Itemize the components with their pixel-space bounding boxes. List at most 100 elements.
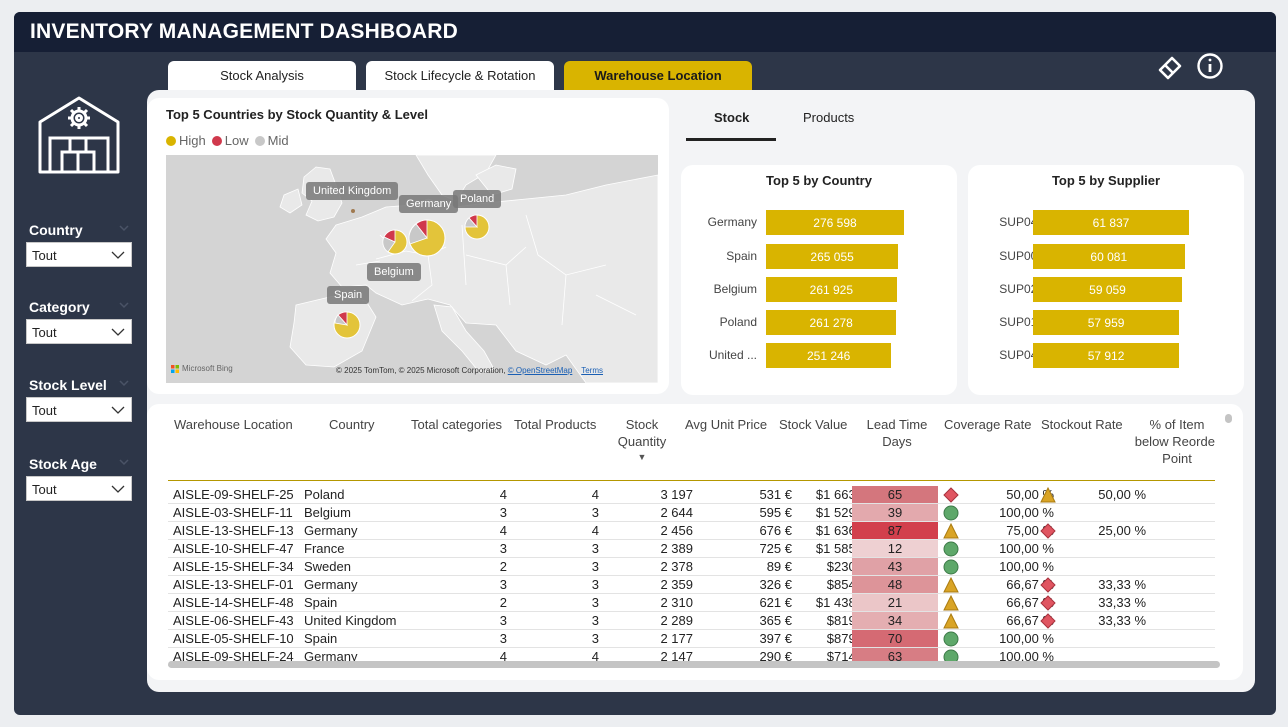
- table-row[interactable]: AISLE-13-SHELF-13 Germany 4 4 2 456 676 € $1 6…: [168, 522, 1215, 540]
- cell-country: Germany: [304, 523, 358, 538]
- cell-coverage: 100,00 %: [999, 505, 1054, 520]
- eraser-icon[interactable]: [1156, 52, 1184, 80]
- table-row[interactable]: AISLE-03-SHELF-11 Belgium 3 3 2 644 595 € $1 5…: [168, 504, 1215, 522]
- cell-country: France: [304, 541, 345, 556]
- pie-united-kingdom[interactable]: [351, 209, 355, 213]
- col-header-lead-time-days[interactable]: Lead Time Days: [858, 416, 936, 450]
- table-row[interactable]: AISLE-13-SHELF-01 Germany 3 3 2 359 326 € $854…: [168, 576, 1215, 594]
- bar[interactable]: 265 055: [766, 244, 899, 269]
- chevron-down-icon: [111, 485, 125, 493]
- cell-categories: 3: [499, 541, 507, 556]
- bar-row: SUP045 61 837: [968, 210, 1244, 235]
- cell-location: AISLE-05-SHELF-10: [173, 631, 294, 646]
- cell-price: 326 €: [759, 577, 792, 592]
- stock-age-dropdown-value: Tout: [32, 482, 57, 497]
- tab-warehouse-location[interactable]: Warehouse Location: [564, 61, 752, 90]
- bar-value-label: 261 278: [809, 315, 853, 330]
- cell-quantity: 2 177: [660, 631, 693, 646]
- bar-category-label: Belgium: [713, 282, 757, 296]
- bar[interactable]: 276 598: [766, 210, 904, 235]
- col-header-country[interactable]: Country: [329, 416, 375, 433]
- legend-item-mid[interactable]: Mid: [254, 133, 289, 148]
- map-label-belgium[interactable]: Belgium: [367, 263, 421, 281]
- filter-stock-level-label: Stock Level: [29, 377, 107, 393]
- subtab-products[interactable]: Products: [803, 110, 854, 125]
- col-header-total-products[interactable]: Total Products: [514, 416, 596, 433]
- bar[interactable]: 59 059: [1033, 277, 1182, 302]
- chevron-down-icon[interactable]: [118, 456, 130, 468]
- tab-stock-lifecycle-rotation[interactable]: Stock Lifecycle & Rotation: [366, 61, 554, 90]
- cell-products: 3: [591, 613, 599, 628]
- cell-price: 397 €: [759, 631, 792, 646]
- coverage-indicator: [943, 505, 959, 521]
- cell-lead-time: 21: [852, 594, 938, 611]
- cell-country: United Kingdom: [304, 613, 397, 628]
- cell-categories: 3: [499, 577, 507, 592]
- stockout-indicator: [1040, 523, 1056, 539]
- col-header-coverage-rate[interactable]: Coverage Rate: [944, 416, 1031, 433]
- chevron-down-icon[interactable]: [118, 299, 130, 311]
- pie-belgium[interactable]: [382, 229, 408, 255]
- bar[interactable]: 60 081: [1033, 244, 1185, 269]
- horizontal-scrollbar[interactable]: [168, 661, 1220, 668]
- tab-stock-analysis[interactable]: Stock Analysis: [168, 61, 356, 90]
- col-header-stock-quantity[interactable]: Stock Quantity ▼: [617, 416, 667, 464]
- cell-stockout: 33,33 %: [1098, 595, 1146, 610]
- legend-item-high[interactable]: High: [166, 133, 206, 148]
- bar-row: SUP019 57 959: [968, 310, 1244, 335]
- filter-stock-age-label: Stock Age: [29, 456, 97, 472]
- col-header-stock-value[interactable]: Stock Value: [779, 416, 847, 433]
- chevron-down-icon[interactable]: [118, 377, 130, 389]
- legend-label-high: High: [179, 133, 206, 148]
- osm-link[interactable]: © OpenStreetMap: [508, 366, 573, 375]
- col-header-stockout-rate[interactable]: Stockout Rate: [1041, 416, 1123, 433]
- bar[interactable]: 57 959: [1033, 310, 1180, 335]
- bar[interactable]: 251 246: [766, 343, 892, 368]
- pie-poland[interactable]: [464, 214, 490, 240]
- bar[interactable]: 261 278: [766, 310, 897, 335]
- pie-germany[interactable]: [408, 219, 446, 257]
- category-dropdown[interactable]: Tout: [26, 319, 132, 344]
- cell-quantity: 3 197: [660, 487, 693, 502]
- bar[interactable]: 61 837: [1033, 210, 1189, 235]
- map-label-poland[interactable]: Poland: [453, 190, 502, 208]
- europe-map[interactable]: United Kingdom Germany Poland Belgium Sp…: [166, 155, 658, 383]
- pie-spain[interactable]: [333, 311, 361, 339]
- cell-price: 595 €: [759, 505, 792, 520]
- cell-products: 4: [591, 523, 599, 538]
- stockout-indicator: [1040, 613, 1056, 629]
- cell-stockout: 33,33 %: [1098, 613, 1146, 628]
- bar[interactable]: 261 925: [766, 277, 897, 302]
- country-dropdown[interactable]: Tout: [26, 242, 132, 267]
- map-label-germany[interactable]: Germany: [399, 195, 459, 213]
- bar-row: SUP040 57 912: [968, 343, 1244, 368]
- table-row[interactable]: AISLE-15-SHELF-34Sweden232 37889 €$230 2…: [168, 558, 1215, 576]
- stockout-indicator: [1040, 595, 1056, 611]
- legend-item-low[interactable]: Low: [211, 133, 249, 148]
- subtab-stock[interactable]: Stock: [714, 110, 749, 125]
- map-label-spain[interactable]: Spain: [327, 286, 370, 304]
- col-header-avg-unit-price[interactable]: Avg Unit Price: [685, 416, 767, 433]
- info-icon[interactable]: [1196, 52, 1224, 80]
- map-card: Top 5 Countries by Stock Quantity & Leve…: [147, 98, 669, 394]
- table-row[interactable]: AISLE-14-SHELF-48 Spain 2 3 2 310 621 € $1 438…: [168, 594, 1215, 612]
- stock-level-dropdown[interactable]: Tout: [26, 397, 132, 422]
- table-row[interactable]: AISLE-06-SHELF-43 United Kingdom 3 3 2 289 36…: [168, 612, 1215, 630]
- table-row[interactable]: AISLE-09-SHELF-25 Poland 4 4 3 197 531 € $1 66…: [168, 486, 1215, 504]
- vertical-scrollbar[interactable]: [1225, 414, 1232, 423]
- coverage-indicator: [943, 576, 959, 593]
- dashboard-frame: INVENTORY MANAGEMENT DASHBOARD Country T…: [14, 12, 1276, 715]
- map-attribution: © 2025 TomTom, © 2025 Microsoft Corporat…: [336, 366, 603, 375]
- table-row[interactable]: AISLE-05-SHELF-10Spain332 177397 €$879 2…: [168, 630, 1215, 648]
- col-header-reorder-line-2: below Reorder: [1134, 434, 1215, 449]
- col-header-warehouse-location[interactable]: Warehouse Location: [174, 416, 293, 433]
- map-label-united-kingdom[interactable]: United Kingdom: [306, 182, 399, 200]
- bar-value-label: 61 837: [1092, 215, 1130, 230]
- col-header-reorder-point[interactable]: % of Item below Reorder Point: [1129, 416, 1215, 467]
- col-header-total-categories[interactable]: Total categories: [411, 416, 502, 433]
- stock-age-dropdown[interactable]: Tout: [26, 476, 132, 501]
- table-row[interactable]: AISLE-10-SHELF-47 France 3 3 2 389 725 € $1 58…: [168, 540, 1215, 558]
- bar[interactable]: 57 912: [1033, 343, 1180, 368]
- terms-link[interactable]: Terms: [581, 366, 603, 375]
- chevron-down-icon[interactable]: [118, 222, 130, 234]
